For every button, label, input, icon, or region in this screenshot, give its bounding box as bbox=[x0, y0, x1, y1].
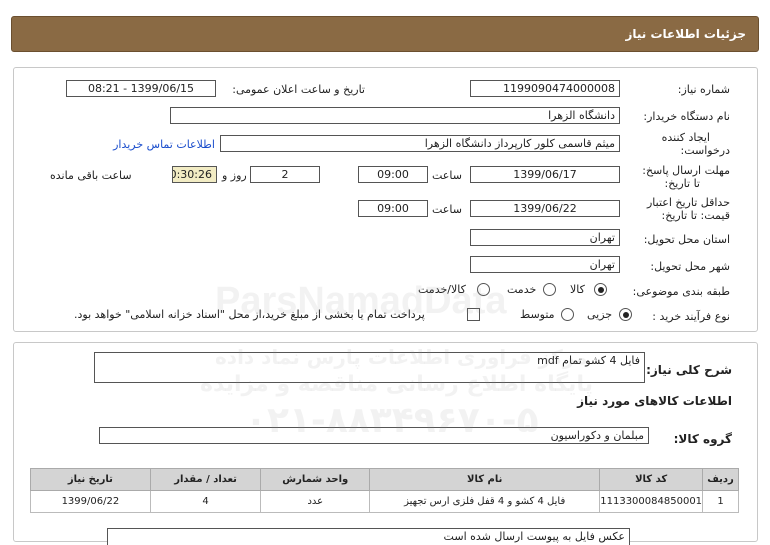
category-service-label: خدمت bbox=[507, 283, 537, 296]
cell-goods-name: فایل 4 کشو و 4 قفل فلزی ارس تجهیز bbox=[369, 490, 601, 513]
category-goods-service-label: کالا/خدمت bbox=[418, 283, 466, 296]
buyer-org-field: دانشگاه الزهرا bbox=[170, 107, 620, 124]
validity-date-field: 1399/06/22 bbox=[470, 200, 620, 217]
validity-label-line1: حداقل تاریخ اعتبار bbox=[646, 196, 730, 209]
goods-group-label: گروه کالا: bbox=[673, 432, 732, 446]
page-title: جزئیات اطلاعات نیاز bbox=[625, 27, 746, 41]
requester-label-line1: ایجاد کننده bbox=[661, 131, 710, 144]
city-label: شهر محل تحویل: bbox=[650, 260, 730, 273]
goods-table-header: ردیف کد کالا نام کالا واحد شمارش تعداد /… bbox=[30, 468, 739, 491]
province-field: تهران bbox=[470, 229, 620, 246]
buyer-note-text: عکس فایل به پیوست ارسال شده است bbox=[443, 530, 625, 543]
cell-quantity: 4 bbox=[149, 490, 262, 513]
requester-field: میثم قاسمی کلور کارپرداز دانشگاه الزهرا bbox=[220, 135, 620, 152]
contact-buyer-link[interactable]: اطلاعات تماس خریدار bbox=[113, 138, 215, 151]
cell-row-number: 1 bbox=[702, 490, 739, 513]
process-minor-label: جزیی bbox=[587, 308, 613, 321]
announce-label: تاریخ و ساعت اعلان عمومی: bbox=[232, 83, 365, 96]
goods-info-title: اطلاعات کالاهای مورد نیاز bbox=[577, 394, 732, 408]
page-header: جزئیات اطلاعات نیاز bbox=[11, 16, 759, 52]
col-row-number: ردیف bbox=[702, 468, 739, 491]
province-label: استان محل تحویل: bbox=[643, 233, 730, 246]
col-need-date: تاریخ نیاز bbox=[30, 468, 151, 491]
goods-table: ردیف کد کالا نام کالا واحد شمارش تعداد /… bbox=[30, 468, 739, 513]
deadline-time-label: ساعت bbox=[432, 169, 462, 182]
city-field: تهران bbox=[470, 256, 620, 273]
category-goods-label: کالا bbox=[570, 283, 585, 296]
announce-field: 1399/06/15 - 08:21 bbox=[66, 80, 216, 97]
category-goods-radio[interactable] bbox=[594, 283, 607, 296]
cell-goods-code: 1113300084850001 bbox=[599, 490, 704, 513]
treasury-payment-note: پرداخت تمام یا بخشی از مبلغ خرید،از محل … bbox=[74, 308, 425, 321]
category-service-radio[interactable] bbox=[543, 283, 556, 296]
process-medium-label: متوسط bbox=[520, 308, 555, 321]
days-field: 2 bbox=[250, 166, 320, 183]
table-row: 1 1113300084850001 فایل 4 کشو و 4 قفل فل… bbox=[30, 490, 739, 513]
need-number-field: 1199090474000008 bbox=[470, 80, 620, 97]
process-label: نوع فرآیند خرید : bbox=[652, 310, 730, 323]
deadline-label-line1: مهلت ارسال پاسخ: bbox=[642, 164, 730, 177]
general-desc-field: فایل 4 کشو تمام mdf bbox=[94, 352, 645, 383]
treasury-payment-checkbox[interactable] bbox=[467, 308, 480, 321]
requester-label-line2: درخواست: bbox=[680, 144, 730, 157]
buyer-org-label: نام دستگاه خریدار: bbox=[643, 110, 730, 123]
general-desc-text: فایل 4 کشو تمام mdf bbox=[537, 354, 640, 367]
validity-time-field: 09:00 bbox=[358, 200, 428, 217]
deadline-label-line2: تا تاریخ: bbox=[664, 177, 700, 190]
col-quantity: تعداد / مقدار bbox=[149, 468, 262, 491]
category-label: طبقه بندی موضوعی: bbox=[632, 285, 730, 298]
deadline-time-field: 09:00 bbox=[358, 166, 428, 183]
col-goods-code: کد کالا bbox=[599, 468, 704, 491]
cell-need-date: 1399/06/22 bbox=[30, 490, 151, 513]
remaining-label: ساعت باقی مانده bbox=[50, 169, 132, 182]
deadline-date-field: 1399/06/17 bbox=[470, 166, 620, 183]
col-goods-name: نام کالا bbox=[369, 468, 601, 491]
cell-unit: عدد bbox=[260, 490, 371, 513]
process-minor-radio[interactable] bbox=[619, 308, 632, 321]
process-medium-radio[interactable] bbox=[561, 308, 574, 321]
buyer-note-field: عکس فایل به پیوست ارسال شده است bbox=[107, 528, 630, 545]
general-desc-label: شرح کلی نیاز: bbox=[646, 363, 732, 377]
validity-time-label: ساعت bbox=[432, 203, 462, 216]
category-goods-service-radio[interactable] bbox=[477, 283, 490, 296]
need-number-label: شماره نیاز: bbox=[677, 83, 730, 96]
validity-label-line2: قیمت: تا تاریخ: bbox=[661, 209, 730, 222]
days-label: روز و bbox=[222, 169, 247, 182]
remaining-time-field: 00:30:26 bbox=[172, 166, 217, 183]
goods-group-field: مبلمان و دکوراسیون bbox=[99, 427, 649, 444]
col-unit: واحد شمارش bbox=[260, 468, 371, 491]
